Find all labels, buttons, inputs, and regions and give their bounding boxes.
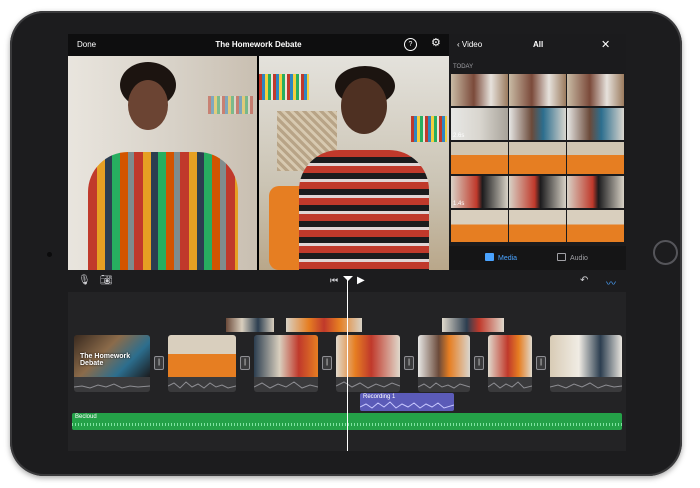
play-icon[interactable]: ▶: [357, 275, 365, 286]
tab-audio-label: Audio: [570, 255, 588, 262]
skip-to-start-icon[interactable]: ⏮︎: [330, 275, 338, 286]
transition-button[interactable]: |: [240, 356, 250, 370]
tab-audio[interactable]: Audio: [557, 253, 588, 262]
back-label: Video: [461, 40, 483, 49]
front-camera: [47, 252, 52, 257]
video-clip[interactable]: [418, 335, 470, 392]
media-thumbnail[interactable]: [509, 74, 566, 106]
camera-icon[interactable]: 📷︎: [100, 275, 113, 286]
browser-header: ‹ Video All ✕: [449, 34, 626, 56]
music-note-icon: [557, 253, 566, 261]
transition-button[interactable]: |: [154, 356, 164, 370]
playhead-marker: [343, 276, 353, 281]
close-icon[interactable]: ✕: [601, 38, 610, 51]
media-thumbnail[interactable]: [451, 210, 508, 242]
waveform-icon[interactable]: 〰: [606, 275, 616, 290]
playhead[interactable]: [347, 278, 348, 451]
media-browser: ‹ Video All ✕ TODAY 2.6s 1.4s Media Audi…: [449, 34, 626, 270]
voiceover-recording-clip[interactable]: Recording 1: [360, 393, 454, 411]
media-thumbnail[interactable]: [509, 142, 566, 174]
back-to-video-button[interactable]: ‹ Video: [457, 40, 482, 49]
transition-button[interactable]: |: [404, 356, 414, 370]
gear-icon[interactable]: ⚙: [431, 38, 442, 49]
transition-button[interactable]: |: [536, 356, 546, 370]
media-thumbnail[interactable]: [509, 108, 566, 140]
media-thumbnail[interactable]: [567, 142, 624, 174]
media-thumbnail[interactable]: [451, 74, 508, 106]
section-today-label: TODAY: [453, 64, 474, 70]
undo-icon[interactable]: ↶: [580, 275, 588, 286]
project-toolbar: Done The Homework Debate ? ⚙: [68, 34, 449, 56]
browser-tab-bar: Media Audio: [449, 246, 626, 270]
video-clip[interactable]: [254, 335, 318, 392]
media-thumbnail[interactable]: [567, 74, 624, 106]
cutaway-clip[interactable]: [226, 318, 274, 332]
transition-button[interactable]: |: [474, 356, 484, 370]
project-title: The Homework Debate: [215, 40, 302, 49]
video-clip[interactable]: [168, 335, 236, 392]
media-thumbnail[interactable]: 2.6s: [451, 108, 508, 140]
video-clip[interactable]: [336, 335, 400, 392]
video-clip[interactable]: [550, 335, 622, 392]
media-thumbnail[interactable]: [567, 210, 624, 242]
media-thumbnail[interactable]: [567, 176, 624, 208]
media-thumbnail[interactable]: [509, 176, 566, 208]
title-clip[interactable]: The Homework Debate: [74, 335, 150, 392]
clip-title-text: The Homework Debate: [80, 353, 131, 367]
media-icon: [485, 253, 494, 261]
viewer-left-shot: [68, 56, 257, 270]
help-button[interactable]: ?: [404, 38, 417, 51]
duration-label: 1.4s: [453, 201, 465, 207]
duration-label: 2.6s: [453, 133, 465, 139]
video-viewer[interactable]: [68, 56, 449, 270]
video-clip[interactable]: [488, 335, 532, 392]
imovie-screen: Done The Homework Debate ? ⚙ ‹ Video All…: [68, 34, 626, 451]
cutaway-clip[interactable]: [286, 318, 362, 332]
home-button[interactable]: [653, 240, 678, 265]
filter-all-label[interactable]: All: [533, 40, 543, 49]
tab-media[interactable]: Media: [485, 253, 517, 262]
media-thumbnail[interactable]: [509, 210, 566, 242]
media-thumbnail[interactable]: [567, 108, 624, 140]
microphone-icon[interactable]: 🎙︎: [78, 275, 91, 286]
media-thumbnail[interactable]: [451, 142, 508, 174]
viewer-right-shot: [259, 56, 449, 270]
music-track-label: Becloud: [75, 414, 97, 420]
tab-media-label: Media: [498, 255, 518, 262]
media-thumbnail[interactable]: 1.4s: [451, 176, 508, 208]
transition-button[interactable]: |: [322, 356, 332, 370]
cutaway-clip[interactable]: [442, 318, 504, 332]
